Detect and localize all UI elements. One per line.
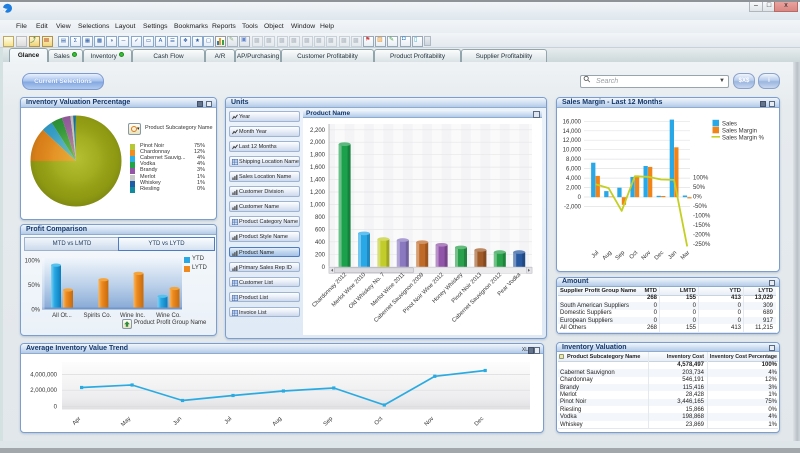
- svg-text:-100%: -100%: [693, 214, 711, 220]
- svg-text:-200%: -200%: [693, 233, 711, 239]
- svg-text:2,000,000: 2,000,000: [30, 388, 57, 394]
- svg-text:2,000: 2,000: [566, 186, 582, 192]
- svg-text:800: 800: [315, 214, 326, 220]
- svg-text:0%: 0%: [31, 308, 40, 314]
- svg-text:8,000: 8,000: [566, 157, 582, 163]
- svg-text:Sales Margin: Sales Margin: [722, 128, 757, 134]
- svg-text:50%: 50%: [28, 283, 41, 289]
- svg-text:Sales Margin %: Sales Margin %: [722, 135, 765, 141]
- svg-text:1,800: 1,800: [310, 152, 326, 158]
- svg-text:14,000: 14,000: [563, 129, 582, 135]
- svg-text:-250%: -250%: [693, 242, 711, 248]
- svg-text:2,200: 2,200: [310, 127, 326, 133]
- svg-text:200: 200: [315, 252, 326, 258]
- svg-text:100%: 100%: [25, 259, 41, 265]
- svg-text:Spirits Co.: Spirits Co.: [84, 313, 112, 319]
- svg-text:50%: 50%: [693, 185, 706, 191]
- svg-text:-2,000: -2,000: [564, 204, 582, 210]
- svg-text:-150%: -150%: [693, 223, 711, 229]
- svg-text:2,000: 2,000: [310, 140, 326, 146]
- svg-text:Sales: Sales: [722, 121, 737, 127]
- svg-text:1,000: 1,000: [310, 202, 326, 208]
- svg-text:600: 600: [315, 227, 326, 233]
- svg-text:0: 0: [322, 264, 326, 270]
- svg-text:4,000: 4,000: [566, 176, 582, 182]
- svg-text:12,000: 12,000: [563, 138, 582, 144]
- svg-text:0: 0: [54, 405, 58, 411]
- svg-text:6,000: 6,000: [566, 167, 582, 173]
- svg-text:100%: 100%: [693, 176, 709, 182]
- svg-text:Wine Co.: Wine Co.: [156, 313, 181, 319]
- svg-text:-50%: -50%: [693, 204, 708, 210]
- svg-text:0: 0: [578, 195, 582, 201]
- svg-text:1,200: 1,200: [310, 190, 326, 196]
- svg-text:10,000: 10,000: [563, 148, 582, 154]
- svg-text:4,000,000: 4,000,000: [30, 372, 57, 378]
- svg-text:400: 400: [315, 239, 326, 245]
- svg-text:16,000: 16,000: [563, 119, 582, 125]
- svg-text:0%: 0%: [693, 195, 702, 201]
- svg-text:1,600: 1,600: [310, 165, 326, 171]
- svg-text:1,400: 1,400: [310, 177, 326, 183]
- svg-text:All Ot...: All Ot...: [52, 313, 72, 319]
